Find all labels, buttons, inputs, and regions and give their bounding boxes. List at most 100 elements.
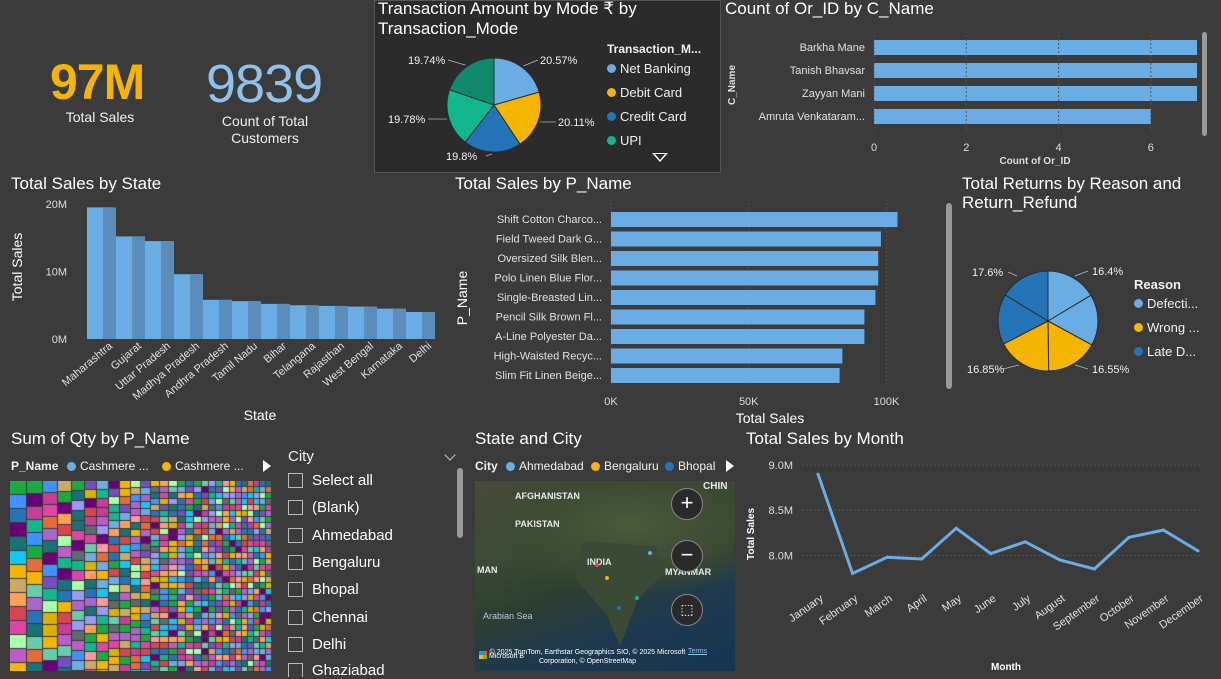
map-city-point[interactable] [617, 606, 621, 610]
customers-kpi-value: 9839 [206, 54, 323, 114]
map-attribution: © 2025 TomTom, Earthstar Geographics SIO… [489, 649, 686, 665]
legend-dot-icon [607, 112, 616, 121]
qty-legend-item: Cashmere ... [162, 459, 244, 473]
slicer-item[interactable]: Delhi [288, 636, 346, 653]
legend-dot-icon [607, 136, 616, 145]
slicer-item[interactable]: Ghaziabad [288, 663, 385, 678]
zoom-out-button[interactable]: − [671, 540, 703, 572]
line-point [1161, 528, 1165, 532]
returns-pie[interactable]: 16.4% 16.55% 16.85% 17.6% [955, 250, 1135, 390]
pie-data-label: 20.11% [558, 117, 595, 129]
tick-label: February [817, 592, 860, 627]
legend-dot-icon [591, 462, 600, 472]
qty-treemap[interactable] [10, 481, 272, 671]
slicer-item-label: Bengaluru [312, 553, 381, 571]
tick-label: June [972, 593, 998, 617]
slicer-item-label: Ghaziabad [312, 663, 385, 678]
checkbox[interactable] [288, 663, 303, 678]
orders-by-customer-chart[interactable]: Barkha Mane Tanish Bhavsar Zayyan Mani Amru… [722, 30, 1202, 170]
legend-label: Wrong ... [1147, 320, 1200, 335]
sales-by-state-chart[interactable]: 20M10M0MMaharashtraGujaratUttar PradeshM… [5, 195, 445, 425]
legend-dot-icon [665, 462, 674, 472]
pie-data-label: 16.4% [1092, 266, 1123, 278]
orders-scrollbar[interactable] [1202, 32, 1207, 136]
legend-dot-icon [607, 64, 616, 73]
pie-data-label: 19.78% [388, 114, 426, 126]
slicer-item[interactable]: Chennai [288, 609, 368, 626]
tick-label: April [904, 593, 929, 615]
pie-leader-line [1007, 271, 1018, 277]
map-city-point[interactable] [648, 551, 652, 555]
transaction-mode-title-line1: Transaction Amount by Mode ₹ by [378, 0, 637, 18]
pie-data-label: 16.55% [1092, 364, 1130, 376]
map-terms-link[interactable]: Terms [688, 648, 707, 655]
slicer-item-label: Chennai [312, 608, 368, 626]
state-city-title: State and City [475, 429, 582, 448]
product-scrollbar[interactable] [946, 203, 952, 389]
slicer-item-label: Ahmedabad [312, 526, 393, 544]
bar [611, 270, 879, 286]
checkbox[interactable] [288, 473, 303, 488]
tick-label: 0K [604, 396, 618, 408]
axis-label: Total Sales [9, 233, 25, 301]
sales-by-state-title: Total Sales by State [11, 174, 162, 193]
slicer-item[interactable]: Bhopal [288, 581, 359, 598]
bar [611, 329, 865, 344]
total-sales-kpi-value: 97M [50, 54, 145, 110]
map-city-point[interactable] [595, 563, 599, 567]
bar-shade [363, 306, 377, 339]
legend-label: Defecti... [1147, 296, 1199, 311]
bar-category-label: Barkha Mane [800, 42, 865, 54]
map-canvas[interactable]: AFGHANISTAN PAKISTAN INDIA MYANMAR Arabi… [475, 481, 735, 671]
slicer-item[interactable]: Bengaluru [288, 554, 380, 571]
map-city-point[interactable] [635, 596, 639, 600]
bar [874, 86, 1197, 101]
sales-by-product-chart[interactable]: 0K 50K 100K Shift Cotton Charco... Field Twe… [452, 198, 942, 426]
checkbox[interactable] [288, 582, 303, 598]
pie-data-label: 19.8% [446, 151, 477, 163]
chevron-down-icon[interactable] [444, 449, 456, 461]
line-point [1196, 549, 1200, 553]
checkbox[interactable] [288, 636, 303, 652]
checkbox[interactable] [288, 554, 303, 570]
slicer-scrollbar[interactable] [457, 468, 463, 538]
qty-by-product-title: Sum of Qty by P_Name [11, 429, 190, 448]
bar-shade [189, 274, 203, 339]
legend-next-arrow-icon[interactable] [726, 460, 734, 472]
bar-shade [334, 305, 348, 339]
legend-label: Credit Card [620, 109, 687, 124]
select-area-button[interactable]: ⬚ [671, 594, 703, 626]
map-place-label: Arabian Sea [483, 611, 533, 621]
zoom-in-button[interactable]: + [671, 488, 703, 520]
returns-legend-title: Reason [1134, 277, 1181, 292]
tick-label: March [863, 593, 895, 620]
bar [611, 212, 898, 227]
slicer-item-label: (Blank) [312, 499, 360, 517]
slicer-item[interactable]: (Blank) [288, 499, 360, 516]
bar [874, 40, 1197, 55]
bar [874, 109, 1151, 124]
bar [611, 231, 881, 247]
map-city-point[interactable] [605, 576, 609, 580]
returns-title-line2: Return_Refund [962, 193, 1078, 212]
bar-category-label: Amruta Venkataram... [759, 111, 865, 123]
checkbox[interactable] [288, 500, 303, 516]
sales-by-month-chart[interactable]: 9.0M8.5M8.0MJanuaryFebruary March April May… [740, 448, 1215, 676]
slicer-item[interactable]: Select all [288, 472, 373, 489]
bar [611, 309, 865, 325]
city-slicer-title: City [288, 448, 314, 465]
axis-label: Month [991, 662, 1021, 673]
legend-next-arrow-icon[interactable] [263, 460, 271, 472]
checkbox[interactable] [288, 527, 303, 543]
checkbox[interactable] [288, 609, 303, 625]
bar-shade [392, 308, 406, 339]
tick-label: 100K [874, 396, 900, 408]
bar-category-label: A-Line Polyester Da... [495, 331, 602, 343]
pie-legend-item: Defecti... [1134, 296, 1198, 311]
pie-legend-item: Credit Card [607, 109, 686, 124]
transaction-mode-pie[interactable]: 20.57% 20.11% 19.8% 19.78% 19.74% [374, 40, 614, 170]
bar [611, 368, 840, 383]
bar-category-label: Shift Cotton Charco... [497, 214, 602, 226]
slicer-item[interactable]: Ahmedabad [288, 527, 393, 544]
tick-label: 9.0M [769, 460, 793, 472]
